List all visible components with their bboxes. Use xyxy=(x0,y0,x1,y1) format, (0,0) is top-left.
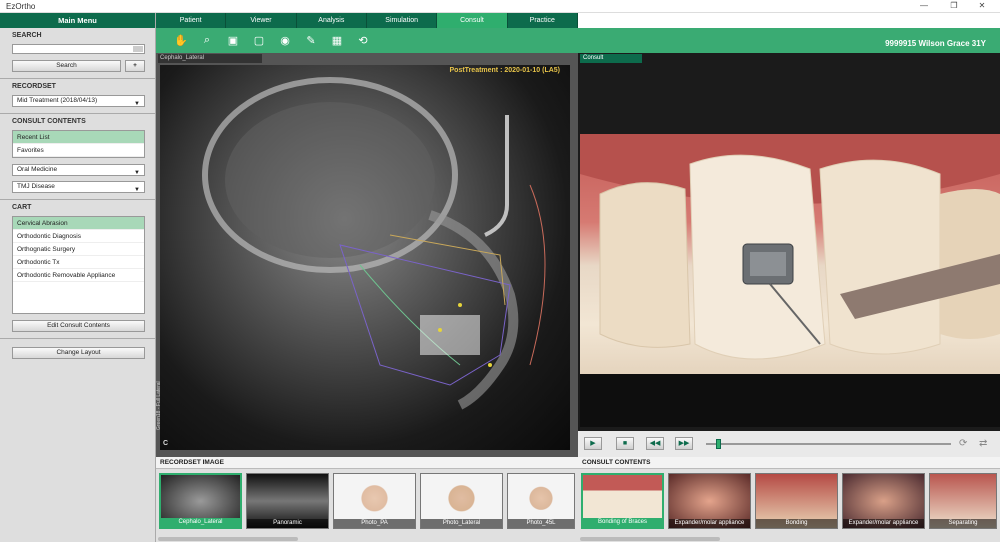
camera-icon[interactable]: ◉ xyxy=(272,34,298,47)
image-compare-icon[interactable]: ▣ xyxy=(220,34,246,47)
tab-simulation[interactable]: Simulation xyxy=(366,13,438,28)
chevron-down-icon: ▼ xyxy=(134,101,140,107)
consult-contents-strip: CONSULT CONTENTS Bonding of Braces Expan… xyxy=(578,457,1000,542)
post-treatment-label: PostTreatment : 2020-01-10 (LA5) xyxy=(449,67,560,74)
cart-heading: CART xyxy=(12,204,32,211)
forward-button[interactable]: ▶▶ xyxy=(675,437,693,450)
stop-icon: ■ xyxy=(622,440,628,447)
search-input-clear[interactable] xyxy=(133,46,143,52)
tmj-disease-select[interactable]: TMJ Disease ▼ xyxy=(12,181,145,193)
recordset-section: RECORDSET Mid Treatment (2018/04/13) ▼ xyxy=(0,79,155,114)
ceph-viewer-panel: Cephalo_Lateral PostTreatment : 2020-01-… xyxy=(156,53,578,457)
cart-item[interactable]: Orthodontic Tx xyxy=(13,256,144,269)
recordset-image-heading: RECORDSET IMAGE xyxy=(156,457,578,469)
cart-item[interactable]: Orthodontic Diagnosis xyxy=(13,230,144,243)
thumb-bonding[interactable]: Bonding xyxy=(755,473,838,529)
recordset-image-strip: RECORDSET IMAGE Cephalo_Lateral Panorami… xyxy=(156,457,578,542)
horizontal-scrollbar[interactable] xyxy=(580,537,720,541)
xray-tracing xyxy=(202,77,546,410)
zoom-icon[interactable]: ⌕ xyxy=(194,34,220,47)
video-seek-slider[interactable] xyxy=(706,443,951,445)
vertical-image-label: Green18 - Full Lateral xyxy=(156,381,162,430)
patient-info: 9999915 Wilson Grace 31Y xyxy=(885,39,986,48)
consult-list-item[interactable]: Favorites xyxy=(13,144,144,157)
stop-button[interactable]: ■ xyxy=(616,437,634,450)
recordset-heading: RECORDSET xyxy=(12,83,56,90)
repeat-icon[interactable]: ⇄ xyxy=(979,438,987,449)
edit-consult-contents-button[interactable]: Edit Consult Contents xyxy=(12,320,145,332)
consult-contents-section: CONSULT CONTENTS Recent List Favorites O… xyxy=(0,114,155,200)
thumb-expander-2[interactable]: Expander/molar appliance xyxy=(842,473,925,529)
tab-practice[interactable]: Practice xyxy=(507,13,578,28)
cart-item[interactable]: Orthodontic Removable Appliance xyxy=(13,269,144,282)
top-tabs: Patient Viewer Analysis Simulation Consu… xyxy=(156,13,578,28)
grid-icon[interactable]: ▦ xyxy=(324,34,350,47)
thumb-cephalo-lateral[interactable]: Cephalo_Lateral xyxy=(159,473,242,529)
oral-medicine-select[interactable]: Oral Medicine ▼ xyxy=(12,164,145,176)
thumb-photo-45l[interactable]: Photo_45L xyxy=(507,473,575,529)
cart-item[interactable]: Cervical Abrasion xyxy=(13,217,144,230)
ceph-panel-title: Cephalo_Lateral xyxy=(158,54,262,63)
consult-list-item[interactable]: Recent List xyxy=(13,131,144,144)
tab-consult[interactable]: Consult xyxy=(437,13,508,28)
title-bar: EzOrtho — ❐ ✕ xyxy=(0,0,1000,13)
cart-list: Cervical Abrasion Orthodontic Diagnosis … xyxy=(12,216,145,314)
consult-contents-heading: CONSULT CONTENTS xyxy=(12,118,86,125)
chevron-down-icon: ▼ xyxy=(134,187,140,193)
ceph-corner-label: C xyxy=(163,440,169,447)
image-frame-icon[interactable]: ▢ xyxy=(246,34,272,47)
consult-contents-strip-heading: CONSULT CONTENTS xyxy=(578,457,1000,469)
consult-list: Recent List Favorites xyxy=(12,130,145,158)
horizontal-scrollbar[interactable] xyxy=(158,537,298,541)
chevron-down-icon: ▼ xyxy=(134,170,140,176)
play-icon: ▶ xyxy=(590,440,596,447)
close-button[interactable]: ✕ xyxy=(968,0,996,12)
left-sidebar: Main Menu SEARCH Search + RECORDSET Mid … xyxy=(0,13,156,542)
thumb-panoramic[interactable]: Panoramic xyxy=(246,473,329,529)
consult-panel-title: Consult xyxy=(580,54,642,63)
search-section: SEARCH Search + xyxy=(0,28,155,79)
reset-icon[interactable]: ⟲ xyxy=(350,34,376,47)
search-heading: SEARCH xyxy=(12,32,42,39)
thumb-expander-1[interactable]: Expander/molar appliance xyxy=(668,473,751,529)
thumb-bonding-of-braces[interactable]: Bonding of Braces xyxy=(581,473,664,529)
consult-video[interactable] xyxy=(580,134,1000,427)
teeth-illustration xyxy=(580,134,1000,427)
tab-patient[interactable]: Patient xyxy=(156,13,227,28)
rewind-icon: ◀◀ xyxy=(649,440,661,447)
thumb-photo-lateral[interactable]: Photo_Lateral xyxy=(420,473,503,529)
play-button[interactable]: ▶ xyxy=(584,437,602,450)
minimize-button[interactable]: — xyxy=(910,0,938,12)
add-button[interactable]: + xyxy=(125,60,145,72)
main-menu-button[interactable]: Main Menu xyxy=(0,13,155,28)
change-layout-button[interactable]: Change Layout xyxy=(12,347,145,359)
thumb-photo-pa[interactable]: Photo_PA xyxy=(333,473,416,529)
tab-viewer[interactable]: Viewer xyxy=(226,13,297,28)
pen-icon[interactable]: ✎ xyxy=(298,34,324,47)
thumb-separating[interactable]: Separating xyxy=(929,473,997,529)
rewind-button[interactable]: ◀◀ xyxy=(646,437,664,450)
toolbar: ✋ ⌕ ▣ ▢ ◉ ✎ ▦ ⟲ xyxy=(156,28,1000,53)
hand-icon[interactable]: ✋ xyxy=(168,34,194,47)
forward-icon: ▶▶ xyxy=(678,440,690,447)
search-button[interactable]: Search xyxy=(12,60,121,72)
video-controls: ▶ ■ ◀◀ ▶▶ ⟳ ⇄ xyxy=(578,431,1000,457)
tab-analysis[interactable]: Analysis xyxy=(296,13,367,28)
seek-knob[interactable] xyxy=(716,439,721,449)
search-input[interactable] xyxy=(12,44,145,54)
loop-icon[interactable]: ⟳ xyxy=(959,438,967,449)
cephalometric-xray-image[interactable]: PostTreatment : 2020-01-10 (LA5) Green18… xyxy=(156,65,570,450)
cart-section: CART Cervical Abrasion Orthodontic Diagn… xyxy=(0,200,155,339)
recordset-select[interactable]: Mid Treatment (2018/04/13) ▼ xyxy=(12,95,145,107)
window-title: EzOrtho xyxy=(6,2,36,11)
cart-item[interactable]: Orthognatic Surgery xyxy=(13,243,144,256)
maximize-button[interactable]: ❐ xyxy=(940,0,968,12)
consult-panel: Consult ▶ ■ ◀◀ ▶▶ ⟳ ⇄ xyxy=(578,53,1000,457)
